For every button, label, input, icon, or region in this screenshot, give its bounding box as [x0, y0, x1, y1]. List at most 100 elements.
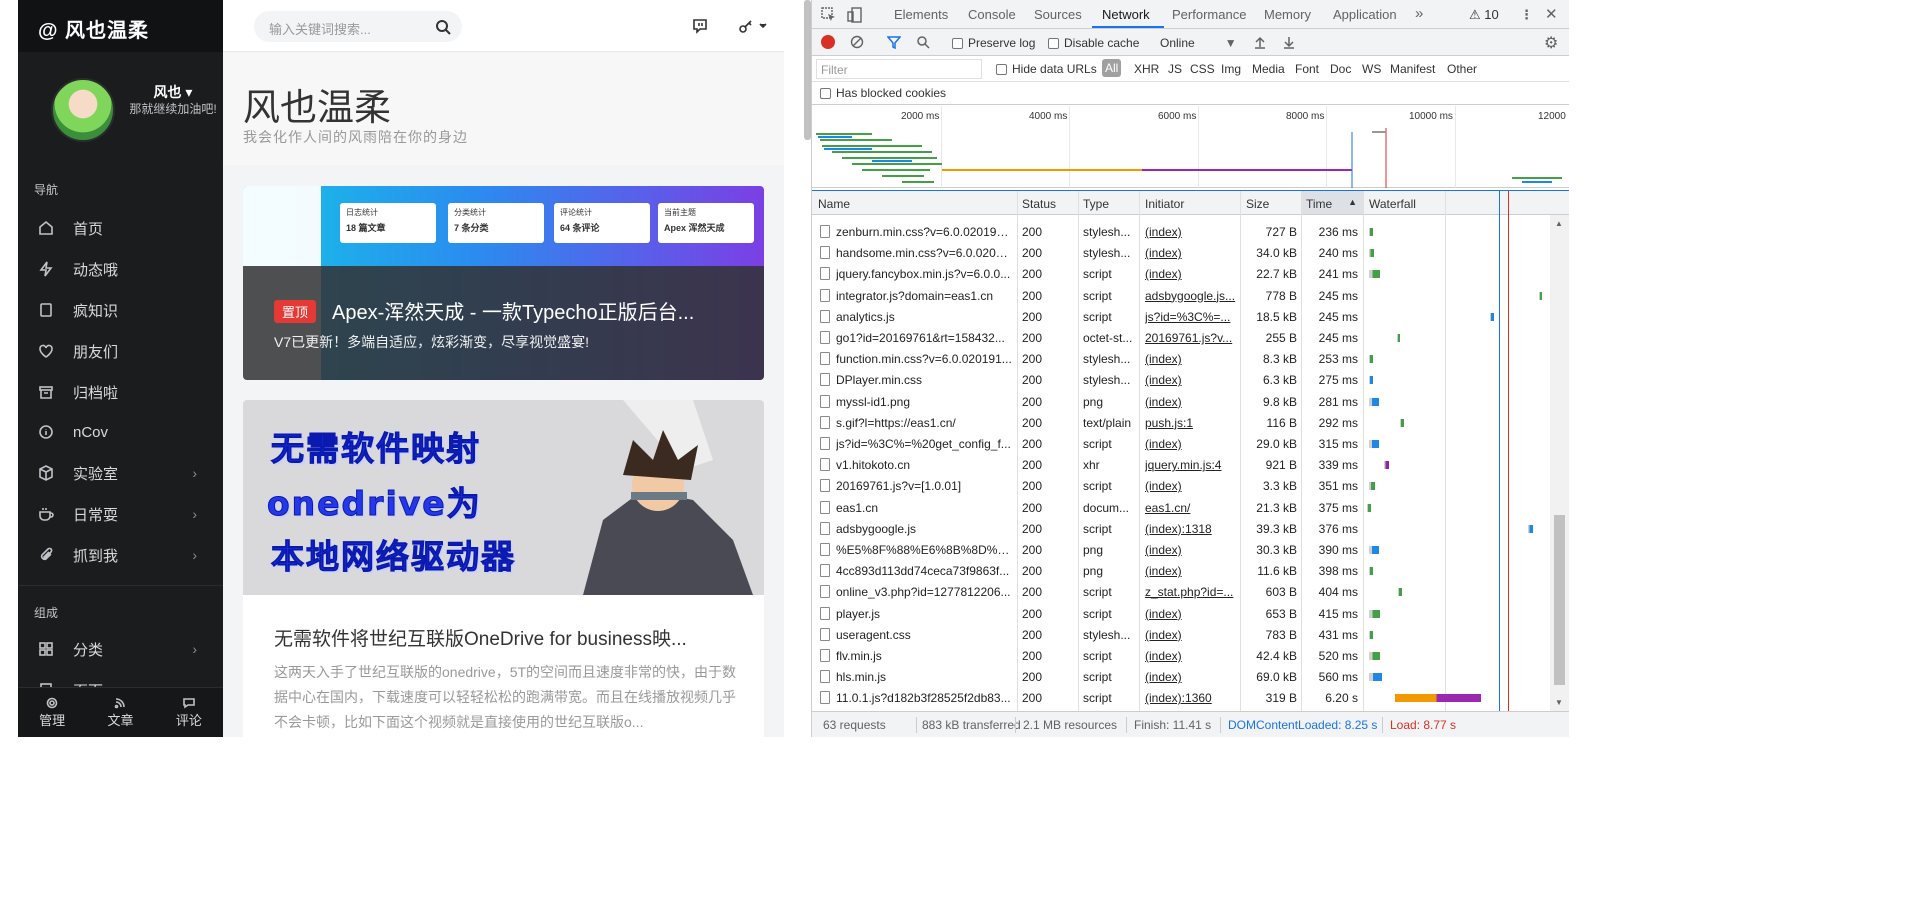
nav-item-moments[interactable]: 动态哦 — [38, 253, 203, 285]
scrollbar-thumb[interactable] — [804, 0, 811, 140]
footer-articles[interactable]: 文章 — [86, 688, 154, 737]
request-initiator[interactable]: (index) — [1145, 564, 1237, 578]
request-name[interactable]: DPlayer.min.css — [836, 373, 1012, 387]
nav-item-daily[interactable]: 日常耍 › — [38, 498, 203, 530]
preserve-log-checkbox[interactable]: Preserve log — [952, 36, 1035, 50]
request-initiator[interactable]: (index) — [1145, 543, 1237, 557]
filter-css[interactable]: CSS — [1190, 62, 1215, 76]
nav-item-friends[interactable]: 朋友们 — [38, 335, 203, 367]
request-initiator[interactable]: (index) — [1145, 225, 1237, 239]
request-initiator[interactable]: (index):1318 — [1145, 522, 1237, 536]
post-card[interactable]: 无需软件映射 onedrive为 本地网络驱动器 无需软件将世纪互联版OneDr… — [243, 400, 764, 737]
request-name[interactable]: analytics.js — [836, 310, 1012, 324]
request-initiator[interactable]: (index) — [1145, 373, 1237, 387]
avatar[interactable] — [51, 78, 115, 142]
request-initiator[interactable]: (index) — [1145, 395, 1237, 409]
request-initiator[interactable]: js?id=%3C%=... — [1145, 310, 1237, 324]
warnings-badge[interactable]: ⚠ 10 — [1469, 7, 1499, 23]
request-name[interactable]: useragent.css — [836, 628, 1012, 642]
post-card-pinned[interactable]: 日志统计 18 篇文章 分类统计 7 条分类 评论统计 64 条评论 当前主题 Apex… — [243, 186, 764, 380]
request-initiator[interactable]: push.js:1 — [1145, 416, 1237, 430]
col-size[interactable]: Size — [1246, 197, 1269, 211]
throttling-select[interactable]: Online ▼ — [1160, 36, 1237, 50]
request-name[interactable]: go1?id=20169761&rt=158432... — [836, 331, 1012, 345]
more-tabs-button[interactable]: » — [1415, 5, 1423, 22]
more-options-icon[interactable]: ⋮ — [1520, 7, 1533, 23]
table-scrollbar[interactable]: ▲ ▼ — [1550, 215, 1569, 711]
table-row[interactable]: v1.hitokoto.cn 200 xhr jquery.min.js:4 921 B… — [812, 454, 1550, 475]
export-har-icon[interactable] — [1282, 35, 1296, 49]
nav-item-contact[interactable]: 抓到我 › — [38, 539, 203, 571]
request-initiator[interactable]: (index) — [1145, 246, 1237, 260]
close-icon[interactable]: ✕ — [1545, 5, 1558, 23]
request-name[interactable]: handsome.min.css?v=6.0.0201... — [836, 246, 1012, 260]
import-har-icon[interactable] — [1253, 35, 1267, 49]
waterfall-bar[interactable] — [1368, 546, 1379, 554]
footer-admin[interactable]: 管理 — [18, 688, 86, 737]
filter-img[interactable]: Img — [1221, 62, 1241, 76]
request-initiator[interactable]: (index) — [1145, 607, 1237, 621]
checkbox-box[interactable] — [820, 88, 831, 99]
tab-memory[interactable]: Memory — [1264, 7, 1311, 22]
request-initiator[interactable]: (index) — [1145, 479, 1237, 493]
request-name[interactable]: myssl-id1.png — [836, 395, 1012, 409]
clear-icon[interactable] — [850, 35, 864, 49]
filter-other[interactable]: Other — [1447, 62, 1477, 76]
user-name[interactable]: 风也 ▾ — [128, 82, 218, 102]
waterfall-bar[interactable] — [1400, 418, 1404, 427]
table-row[interactable]: handsome.min.css?v=6.0.0201... 200 stylesh… — [812, 242, 1550, 263]
waterfall-bar[interactable] — [1538, 291, 1542, 300]
waterfall-bar[interactable] — [1368, 397, 1379, 406]
col-type[interactable]: Type — [1083, 197, 1109, 211]
request-name[interactable]: v1.hitokoto.cn — [836, 458, 1012, 472]
request-name[interactable]: online_v3.php?id=1277812206... — [836, 585, 1012, 599]
waterfall-bar[interactable] — [1368, 673, 1383, 682]
request-initiator[interactable]: (index):1360 — [1145, 691, 1237, 705]
scroll-down-arrow[interactable]: ▼ — [1555, 698, 1563, 707]
network-overview[interactable]: 2000 ms 4000 ms 6000 ms 8000 ms 10000 ms… — [812, 106, 1569, 188]
table-row[interactable]: js?id=%3C%=%20get_config_f... 200 script (i… — [812, 433, 1550, 454]
col-time[interactable]: Time ▲ — [1302, 191, 1363, 214]
request-name[interactable]: integrator.js?domain=eas1.cn — [836, 289, 1012, 303]
request-name[interactable]: function.min.css?v=6.0.020191... — [836, 352, 1012, 366]
request-name[interactable]: s.gif?l=https://eas1.cn/ — [836, 416, 1012, 430]
disable-cache-checkbox[interactable]: Disable cache — [1048, 36, 1139, 50]
waterfall-bar[interactable] — [1368, 270, 1381, 279]
page-scrollbar[interactable] — [784, 0, 811, 737]
request-name[interactable]: adsbygoogle.js — [836, 522, 1012, 536]
request-initiator[interactable]: (index) — [1145, 649, 1237, 663]
filter-icon[interactable] — [887, 35, 901, 49]
checkbox-box[interactable] — [996, 64, 1007, 75]
hide-data-urls-checkbox[interactable]: Hide data URLs — [996, 62, 1097, 76]
request-initiator[interactable]: (index) — [1145, 670, 1237, 684]
key-dropdown-icon[interactable] — [738, 18, 770, 34]
nav-item-home[interactable]: 首页 — [38, 212, 203, 244]
waterfall-bar[interactable] — [1368, 249, 1375, 258]
table-row[interactable]: useragent.css 200 stylesh... (index) 783 B 43… — [812, 624, 1550, 645]
site-logo[interactable]: @ 风也温柔 — [18, 0, 223, 52]
filter-manifest[interactable]: Manifest — [1390, 62, 1435, 76]
waterfall-bar[interactable] — [1394, 694, 1482, 703]
tab-network[interactable]: Network — [1102, 7, 1150, 22]
request-name[interactable]: js?id=%3C%=%20get_config_f... — [836, 437, 1012, 451]
table-row[interactable]: s.gif?l=https://eas1.cn/200 text/plain pus… — [812, 412, 1550, 433]
tab-performance[interactable]: Performance — [1172, 7, 1246, 22]
request-name[interactable]: %E5%8F%88%E6%8B%8D%E4... — [836, 543, 1012, 557]
request-initiator[interactable]: 20169761.js?v... — [1145, 331, 1237, 345]
tab-application[interactable]: Application — [1333, 7, 1397, 22]
footer-comments[interactable]: 评论 — [155, 688, 223, 737]
request-name[interactable]: 4cc893d113dd74ceca73f9863f... — [836, 564, 1012, 578]
request-name[interactable]: jquery.fancybox.min.js?v=6.0.0... — [836, 267, 1012, 281]
request-name[interactable]: hls.min.js — [836, 670, 1012, 684]
table-row[interactable]: function.min.css?v=6.0.020191... 200 style… — [812, 348, 1550, 369]
filter-ws[interactable]: WS — [1362, 62, 1381, 76]
table-row[interactable]: %E5%8F%88%E6%8B%8D%E4... 200 png (index) 30.… — [812, 539, 1550, 560]
request-name[interactable]: eas1.cn — [836, 501, 1012, 515]
waterfall-bar[interactable] — [1368, 355, 1374, 364]
search-icon[interactable] — [916, 35, 930, 49]
request-initiator[interactable]: eas1.cn/ — [1145, 501, 1237, 515]
request-name[interactable]: 20169761.js?v=[1.0.01] — [836, 479, 1012, 493]
waterfall-bar[interactable] — [1368, 440, 1379, 448]
table-row[interactable]: 11.0.1.js?d182b3f28525f2db83... 200 script… — [812, 687, 1550, 708]
waterfall-bar[interactable] — [1368, 609, 1381, 618]
